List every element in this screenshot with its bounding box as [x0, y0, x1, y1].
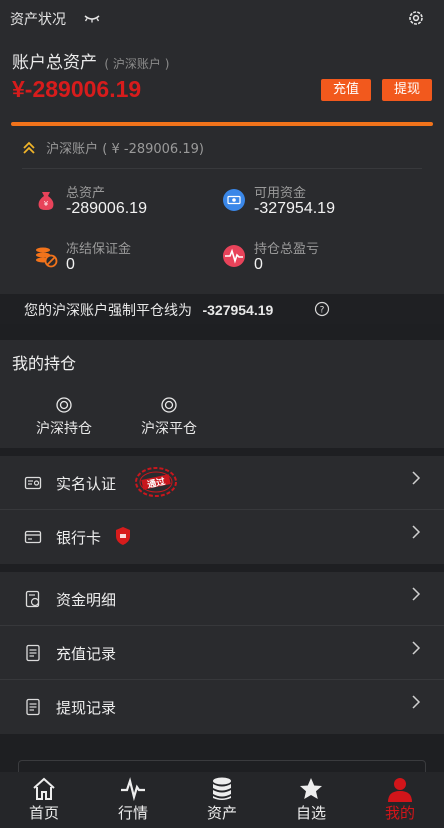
menu-group-verification: 实名认证 通过 银行卡: [0, 456, 444, 564]
account-subtitle: ( 沪深账户 ): [104, 57, 170, 71]
database-icon: [213, 777, 231, 800]
pulse-icon: [121, 777, 145, 802]
menu-item-fund-details[interactable]: 资金明细: [0, 572, 444, 626]
holdings-section: 我的持仓 沪深持仓 沪深平仓: [0, 340, 444, 448]
recharge-button[interactable]: 充值: [321, 79, 371, 101]
tab-mine[interactable]: 我的: [356, 772, 444, 828]
tab-label: 资产: [206, 804, 237, 822]
chevron-right-icon: [412, 525, 421, 539]
menu-item-recharge-records[interactable]: 充值记录: [0, 626, 444, 680]
menu-item-label: 充值记录: [56, 645, 117, 663]
tab-home[interactable]: 首页: [0, 772, 88, 828]
stat-label: 总资产: [66, 186, 106, 201]
liquidation-value: -327954.19: [202, 302, 274, 318]
liquidation-label: 您的沪深账户强制平仓线为: [24, 303, 192, 319]
menu-item-label: 银行卡: [56, 529, 102, 547]
svg-text:?: ?: [320, 306, 325, 316]
svg-text:¥: ¥: [44, 200, 49, 208]
account-summary: 账户总资产 ( 沪深账户 ) ¥-289006.19 充值 提现 沪深账户 ( …: [0, 36, 444, 294]
document-icon: [26, 644, 40, 662]
cash-icon: [223, 189, 245, 211]
menu-group-records: 资金明细 充值记录 提现记录: [0, 572, 444, 734]
approved-stamp-icon: 通过: [135, 467, 177, 497]
stat-position-pnl: 持仓总盈亏 0: [222, 238, 412, 284]
top-bar: 资产状况: [0, 0, 444, 36]
chevron-right-icon: [412, 641, 421, 655]
holdings-item-closed[interactable]: 沪深平仓: [119, 396, 219, 438]
fund-detail-icon: [25, 590, 40, 608]
holdings-item-label: 沪深平仓: [141, 421, 197, 437]
progress-bar: [11, 122, 433, 126]
menu-item-withdraw-records[interactable]: 提现记录: [0, 680, 444, 734]
shield-icon: [116, 527, 130, 545]
stat-label: 可用资金: [254, 186, 307, 201]
menu-item-real-name[interactable]: 实名认证 通过: [0, 456, 444, 510]
home-icon: [33, 777, 55, 800]
tab-label: 首页: [28, 804, 59, 822]
stat-label: 持仓总盈亏: [254, 242, 320, 257]
total-balance: ¥-289006.19: [12, 76, 142, 102]
stat-value: -327954.19: [254, 200, 335, 217]
divider: [22, 168, 422, 169]
page-title: 资产状况: [10, 12, 66, 28]
sub-account-row[interactable]: 沪深账户 ( ¥ -289006.19): [22, 138, 204, 157]
star-icon: [300, 778, 322, 799]
stat-total-assets: ¥ 总资产 -289006.19: [34, 182, 224, 228]
account-title-text: 账户总资产: [12, 53, 97, 73]
liquidation-text: 您的沪深账户强制平仓线为 -327954.19: [24, 300, 273, 320]
chevron-up-icon: [23, 141, 35, 154]
tab-label: 自选: [295, 804, 326, 822]
stat-value: -289006.19: [66, 200, 147, 217]
tab-label: 行情: [117, 804, 148, 822]
tab-label: 我的: [384, 804, 415, 822]
sub-account-label: 沪深账户 ( ¥ -289006.19): [46, 142, 204, 157]
chevron-right-icon: [412, 471, 421, 485]
menu-item-bank-card[interactable]: 银行卡: [0, 510, 444, 564]
stat-frozen-margin: 冻结保证金 0: [34, 238, 224, 284]
menu-item-label: 提现记录: [56, 699, 117, 717]
stat-value: 0: [66, 256, 75, 273]
menu-item-label: 资金明细: [56, 591, 117, 609]
bank-card-icon: [24, 530, 42, 544]
liquidation-line-row: 您的沪深账户强制平仓线为 -327954.19 ?: [0, 294, 444, 324]
tab-bar: 首页 行情 资产 自选 我的: [0, 772, 444, 828]
holdings-item-positions[interactable]: 沪深持仓: [14, 396, 114, 438]
chevron-right-icon: [412, 587, 421, 601]
withdraw-button[interactable]: 提现: [382, 79, 432, 101]
stat-available-funds: 可用资金 -327954.19: [222, 182, 412, 228]
tab-assets[interactable]: 资产: [178, 772, 266, 828]
holdings-title: 我的持仓: [12, 354, 77, 373]
stat-value: 0: [254, 256, 263, 273]
holdings-item-label: 沪深持仓: [36, 421, 92, 437]
target-icon: [161, 397, 177, 413]
chevron-right-icon: [412, 695, 421, 709]
menu-item-label: 实名认证: [56, 475, 117, 493]
tab-market[interactable]: 行情: [89, 772, 177, 828]
pulse-icon: [223, 245, 245, 267]
document-icon: [26, 698, 40, 716]
stat-label: 冻结保证金: [66, 242, 132, 257]
gear-icon[interactable]: [406, 8, 426, 28]
account-title: 账户总资产 ( 沪深账户 ): [12, 48, 169, 73]
eye-closed-icon[interactable]: [82, 8, 102, 28]
user-icon: [388, 778, 412, 802]
target-icon: [56, 397, 72, 413]
id-card-icon: [24, 476, 42, 490]
money-bag-icon: ¥: [38, 192, 54, 210]
frozen-coins-icon: [36, 247, 58, 268]
tab-watchlist[interactable]: 自选: [267, 772, 355, 828]
help-icon[interactable]: ?: [314, 301, 330, 317]
